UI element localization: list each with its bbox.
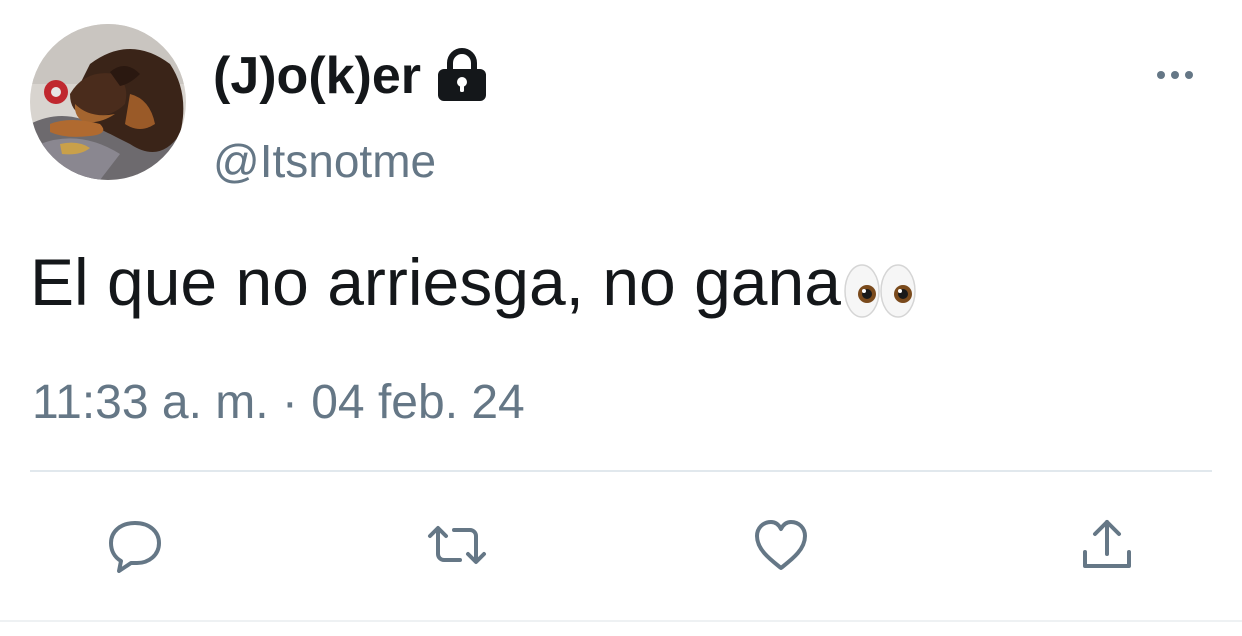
tweet-text: El que no arriesga, no gana bbox=[30, 240, 917, 324]
divider bbox=[30, 470, 1212, 472]
eyes-emoji-icon bbox=[843, 255, 917, 318]
avatar[interactable] bbox=[30, 24, 186, 180]
lock-icon bbox=[435, 45, 489, 103]
heart-icon bbox=[755, 520, 807, 570]
display-name[interactable]: (J)o(k)er bbox=[213, 44, 489, 108]
like-button[interactable] bbox=[748, 512, 814, 578]
tweet-text-content: El que no arriesga, no gana bbox=[30, 245, 841, 319]
share-icon bbox=[1083, 520, 1131, 568]
bottom-divider bbox=[0, 620, 1242, 622]
tweet-timestamp[interactable]: 11:33 a. m. · 04 feb. 24 bbox=[32, 372, 525, 434]
share-button[interactable] bbox=[1074, 512, 1140, 578]
display-name-text: (J)o(k)er bbox=[213, 47, 422, 105]
reply-button[interactable] bbox=[102, 512, 168, 578]
retweet-button[interactable] bbox=[424, 512, 490, 578]
user-handle[interactable]: @Itsnotme bbox=[213, 132, 436, 190]
retweet-icon bbox=[428, 526, 486, 564]
avatar-dog-image bbox=[30, 24, 186, 180]
reply-icon bbox=[109, 521, 161, 573]
more-options-icon[interactable] bbox=[1152, 60, 1198, 90]
